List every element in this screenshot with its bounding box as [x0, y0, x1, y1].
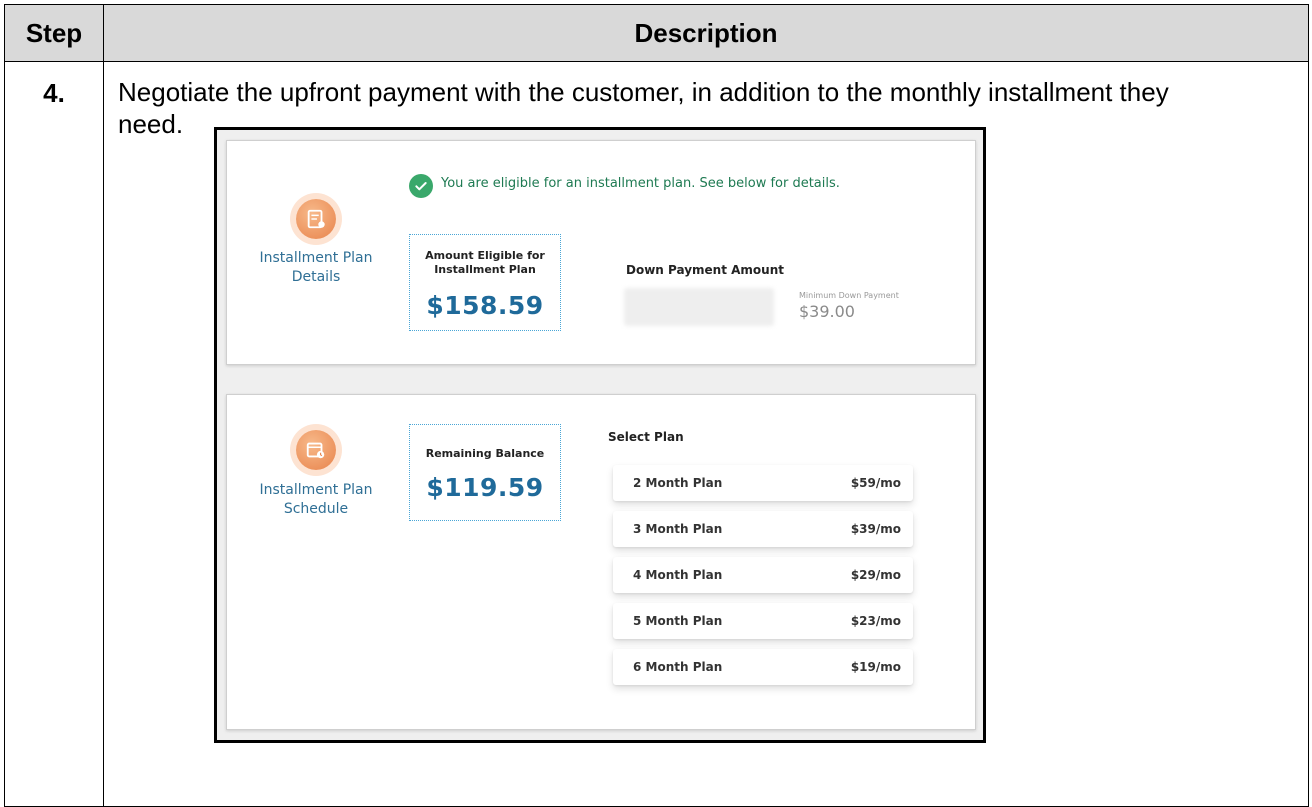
amount-eligible-box: Amount Eligible for Installment Plan $15… — [409, 234, 561, 331]
step-cell: 4. — [4, 61, 104, 807]
down-payment-input[interactable] — [624, 288, 774, 326]
plan-price: $23/mo — [850, 614, 901, 628]
plan-price: $29/mo — [850, 568, 901, 582]
plan-name: 5 Month Plan — [633, 614, 723, 628]
plan-list: 2 Month Plan $59/mo 3 Month Plan $39/mo … — [613, 465, 913, 695]
remaining-balance-value: $119.59 — [426, 473, 544, 502]
plan-option[interactable]: 6 Month Plan $19/mo — [613, 649, 913, 685]
plan-option[interactable]: 3 Month Plan $39/mo — [613, 511, 913, 547]
down-payment-label: Down Payment Amount — [626, 263, 784, 277]
eligibility-message: You are eligible for an installment plan… — [441, 176, 840, 191]
installment-plan-screenshot: Installment Plan Details You are eligibl… — [214, 127, 986, 743]
plan-price: $19/mo — [850, 660, 901, 674]
calendar-icon — [296, 430, 336, 470]
plan-name: 3 Month Plan — [633, 522, 723, 536]
header-row: Step Description — [4, 4, 1309, 62]
details-section-label: Installment Plan Details — [259, 250, 373, 285]
step-header: Step — [4, 4, 104, 62]
check-circle-icon — [409, 174, 433, 198]
amount-eligible-value: $158.59 — [426, 291, 544, 320]
minimum-down-payment-value: $39.00 — [799, 302, 855, 321]
plan-option[interactable]: 2 Month Plan $59/mo — [613, 465, 913, 501]
installment-plan-details-card: Installment Plan Details You are eligibl… — [226, 140, 976, 365]
description-header: Description — [103, 4, 1309, 62]
installment-plan-schedule-card: Installment Plan Schedule Remaining Bala… — [226, 394, 976, 730]
select-plan-label: Select Plan — [608, 430, 684, 444]
plan-option[interactable]: 4 Month Plan $29/mo — [613, 557, 913, 593]
remaining-balance-label: Remaining Balance — [425, 447, 545, 460]
minimum-down-payment-label: Minimum Down Payment — [799, 291, 899, 300]
plan-name: 2 Month Plan — [633, 476, 723, 490]
step-number: 4. — [43, 78, 65, 108]
remaining-balance-box: Remaining Balance $119.59 — [409, 424, 561, 521]
plan-name: 4 Month Plan — [633, 568, 723, 582]
schedule-section-label: Installment Plan Schedule — [259, 482, 373, 517]
plan-price: $39/mo — [850, 522, 901, 536]
plan-name: 6 Month Plan — [633, 660, 723, 674]
plan-option[interactable]: 5 Month Plan $23/mo — [613, 603, 913, 639]
amount-eligible-label: Amount Eligible for Installment Plan — [425, 249, 545, 276]
plan-price: $59/mo — [850, 476, 901, 490]
document-icon — [296, 199, 336, 239]
